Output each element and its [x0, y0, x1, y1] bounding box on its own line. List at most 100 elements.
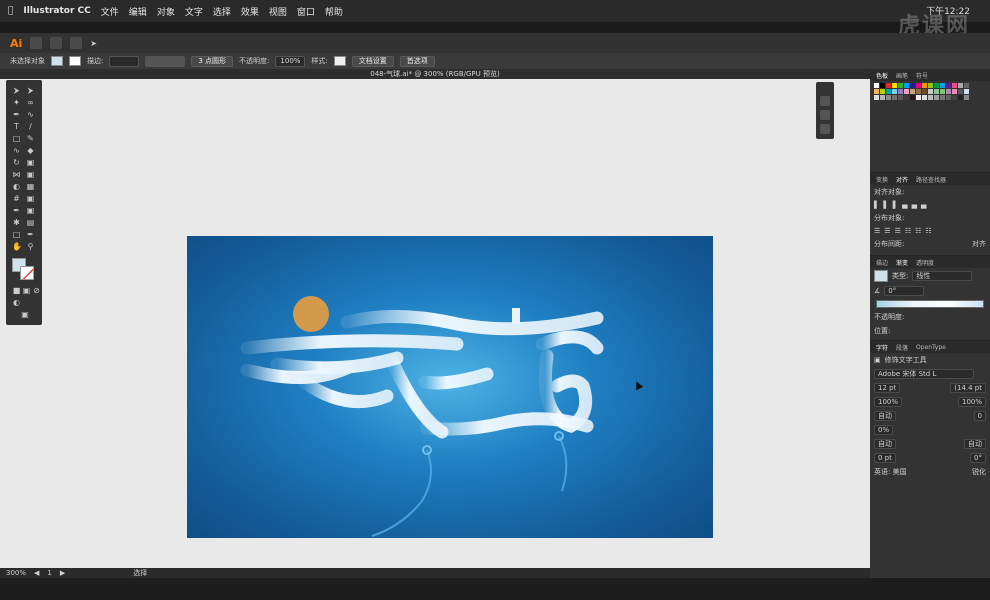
line-tool-icon[interactable]: /: [26, 122, 35, 131]
fill-swatch[interactable]: [51, 56, 63, 66]
distribute-vcenter-icon[interactable]: ☰: [884, 227, 890, 235]
align-right-icon[interactable]: ▌: [893, 201, 898, 209]
lasso-icon[interactable]: ∞: [26, 98, 35, 107]
tab-gradient[interactable]: 渐变: [896, 258, 908, 267]
selection-tool-icon[interactable]: ⮞: [12, 86, 21, 95]
distribute-top-icon[interactable]: ☰: [874, 227, 880, 235]
menu-select[interactable]: 选择: [213, 5, 231, 18]
artboard-nav-next-icon[interactable]: ▶: [60, 569, 65, 577]
artboard-number[interactable]: 1: [47, 569, 51, 577]
eraser-icon[interactable]: ◆: [26, 146, 35, 155]
gradient-preview-swatch[interactable]: [874, 270, 888, 282]
align-bottom-icon[interactable]: ▄: [921, 201, 926, 209]
workspace-icon[interactable]: [50, 37, 63, 49]
blend-tool-icon[interactable]: ▣: [26, 206, 35, 215]
document-setup-button[interactable]: 文档设置: [351, 55, 394, 67]
tab-brushes[interactable]: 画笔: [896, 71, 908, 80]
send-icon[interactable]: ➤: [90, 39, 97, 48]
stroke-color-box[interactable]: [20, 266, 34, 280]
symbol-sprayer-icon[interactable]: ✱: [12, 218, 21, 227]
antialias-select[interactable]: 锐化: [972, 467, 986, 477]
tsume-field[interactable]: 0%: [874, 425, 894, 435]
aki-left-field[interactable]: 自动: [874, 439, 896, 449]
hand-tool-icon[interactable]: ✋: [12, 242, 22, 251]
layers-icon[interactable]: [820, 96, 830, 106]
font-size-field[interactable]: 12 pt: [874, 383, 901, 393]
align-vcenter-icon[interactable]: ▄: [912, 201, 917, 209]
perspective-grid-icon[interactable]: ▦: [26, 182, 35, 191]
aki-right-field[interactable]: 自动: [964, 439, 986, 449]
menu-help[interactable]: 帮助: [325, 5, 343, 18]
pen-tool-icon[interactable]: ✒: [12, 110, 21, 119]
menu-object[interactable]: 对象: [157, 5, 175, 18]
horizontal-scale-field[interactable]: 100%: [957, 397, 986, 407]
tab-align[interactable]: 对齐: [896, 175, 908, 184]
shaper-tool-icon[interactable]: ∿: [12, 146, 21, 155]
zoom-tool-icon[interactable]: ⚲: [26, 242, 35, 251]
baseline-shift-field[interactable]: 0 pt: [874, 453, 896, 463]
magic-wand-icon[interactable]: ✦: [12, 98, 21, 107]
scale-tool-icon[interactable]: ▣: [26, 158, 35, 167]
menu-window[interactable]: 窗口: [297, 5, 315, 18]
align-left-icon[interactable]: ▌: [874, 201, 879, 209]
preferences-button[interactable]: 首选项: [399, 55, 435, 67]
eyedropper-icon[interactable]: ✒: [12, 206, 21, 215]
kerning-field[interactable]: 自动: [874, 411, 896, 421]
direct-select-tool-icon[interactable]: ⮞: [26, 86, 35, 95]
rectangle-tool-icon[interactable]: □: [12, 134, 21, 143]
apple-icon[interactable]: : [8, 6, 13, 16]
color-mode-icon[interactable]: ■: [12, 286, 21, 295]
rotate-tool-icon[interactable]: ↻: [12, 158, 21, 167]
touch-type-icon[interactable]: ▣: [874, 356, 881, 364]
none-mode-icon[interactable]: ⊘: [32, 286, 41, 295]
opacity-field[interactable]: 100%: [275, 55, 306, 67]
swatch-grid[interactable]: [870, 81, 990, 102]
gradient-tool-icon[interactable]: ▣: [26, 194, 35, 203]
artboard-nav-prev-icon[interactable]: ◀: [34, 569, 39, 577]
gradient-angle-field[interactable]: 0°: [884, 286, 925, 296]
paintbrush-icon[interactable]: ✎: [26, 134, 35, 143]
zoom-level[interactable]: 300%: [6, 569, 26, 577]
tab-transparency[interactable]: 透明度: [916, 258, 934, 267]
mesh-tool-icon[interactable]: #: [12, 194, 21, 203]
distribute-bottom-icon[interactable]: ☰: [895, 227, 901, 235]
tab-character[interactable]: 字符: [876, 343, 888, 352]
tab-swatches[interactable]: 色板: [876, 71, 888, 80]
gradient-slider[interactable]: [876, 300, 984, 308]
draw-mode-icon[interactable]: ◐: [12, 298, 21, 307]
document-tab[interactable]: 048-气球.ai* @ 300% (RGB/GPU 预览): [0, 69, 870, 79]
touch-type-tool-label[interactable]: 修饰文字工具: [885, 355, 927, 365]
tab-symbols[interactable]: 符号: [916, 71, 928, 80]
distribute-left-icon[interactable]: ☷: [905, 227, 911, 235]
style-swatch[interactable]: [333, 56, 346, 66]
menu-view[interactable]: 视图: [269, 5, 287, 18]
curvature-tool-icon[interactable]: ∿: [26, 110, 35, 119]
graph-tool-icon[interactable]: ▤: [26, 218, 35, 227]
artboard-tool-icon[interactable]: □: [12, 230, 21, 239]
variable-width-field[interactable]: [145, 55, 186, 67]
type-tool-icon[interactable]: T: [12, 122, 21, 131]
tab-pathfinder[interactable]: 路径查找器: [916, 175, 946, 184]
arrange-icon[interactable]: [70, 37, 83, 49]
language-select[interactable]: 英语: 美国: [874, 467, 907, 477]
leading-field[interactable]: (14.4 pt: [950, 383, 986, 393]
align-hcenter-icon[interactable]: ▌: [883, 201, 888, 209]
vertical-scale-field[interactable]: 100%: [874, 397, 903, 407]
tab-opentype[interactable]: OpenType: [916, 344, 946, 351]
tab-stroke[interactable]: 描边: [876, 258, 888, 267]
slice-tool-icon[interactable]: ✒: [26, 230, 35, 239]
tab-transform[interactable]: 变换: [876, 175, 888, 184]
tracking-field[interactable]: 0: [973, 411, 986, 421]
gradient-mode-icon[interactable]: ▣: [22, 286, 31, 295]
menu-type[interactable]: 文字: [185, 5, 203, 18]
shape-builder-icon[interactable]: ◐: [12, 182, 21, 191]
properties-icon[interactable]: [820, 110, 830, 120]
menu-effect[interactable]: 效果: [241, 5, 259, 18]
stroke-weight-field[interactable]: [109, 55, 140, 67]
tab-paragraph[interactable]: 段落: [896, 343, 908, 352]
bridge-icon[interactable]: [30, 37, 43, 49]
distribute-hcenter-icon[interactable]: ☷: [915, 227, 921, 235]
font-family-field[interactable]: Adobe 宋体 Std L: [874, 369, 974, 379]
screen-mode-icon[interactable]: ▣: [18, 310, 32, 319]
menu-file[interactable]: 文件: [101, 5, 119, 18]
